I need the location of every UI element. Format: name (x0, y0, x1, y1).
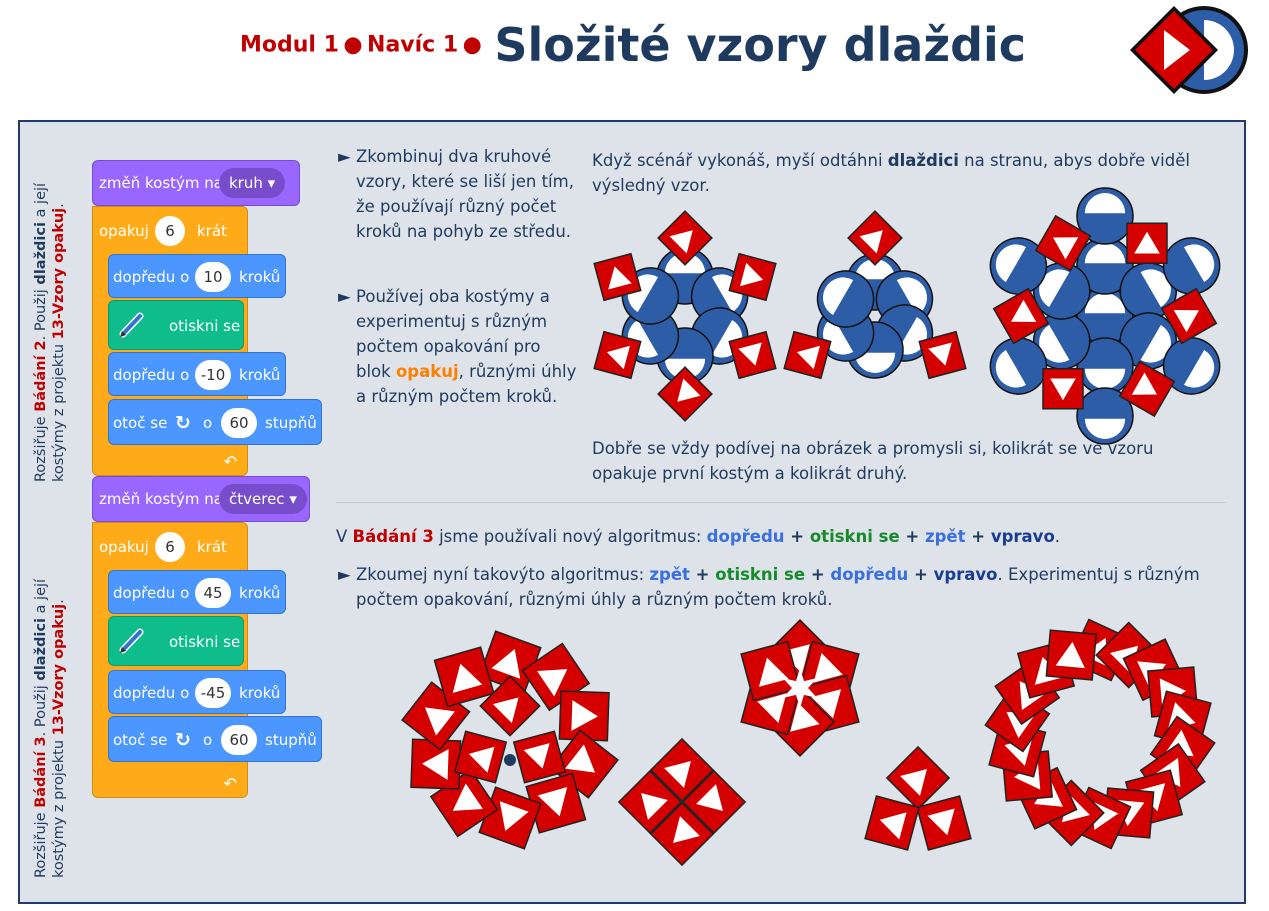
logo-icon (1130, 6, 1248, 94)
pattern-hexagon-circles (593, 210, 777, 422)
block-label: o (203, 731, 213, 749)
turn-right-icon: ↻ (175, 412, 191, 434)
block-label: stupňů (265, 731, 317, 749)
tile-square (512, 730, 567, 784)
turn-block[interactable]: otoč se ↻ o 60 stupňů (108, 716, 322, 762)
side-note-bottom: Rozšiřuje Bádání 3. Použij dlaždici a je… (33, 578, 67, 878)
tile-square (864, 795, 920, 851)
turn-block[interactable]: otoč se ↻ o 60 stupňů (108, 399, 322, 445)
costume-dropdown[interactable]: kruh ▾ (219, 168, 286, 198)
move-block[interactable]: dopředu o 10 kroků (108, 254, 286, 298)
pattern-three-squares (864, 745, 972, 851)
pattern-star-squares (740, 618, 860, 758)
block-label: otiskni se (169, 633, 241, 651)
pen-icon (119, 312, 144, 338)
keyword-repeat: opakuj (395, 362, 459, 381)
loop-arrow-icon: ↶ (223, 774, 237, 793)
repeat-count-input[interactable]: 6 (155, 216, 185, 246)
section-divider (336, 502, 1226, 503)
block-label: změň kostým na (99, 174, 223, 192)
steps-input[interactable]: 45 (195, 578, 231, 608)
bullet-item: ► Zkombinuj dva kruhové vzory, které se … (338, 144, 578, 244)
move-block[interactable]: dopředu o -10 kroků (108, 352, 286, 396)
block-label: krát (197, 538, 227, 556)
switch-costume-block[interactable]: změň kostým na kruh ▾ (92, 160, 300, 206)
tile-square (1126, 222, 1168, 265)
side-note-top: Rozšiřuje Bádání 2. Použij dlaždici a je… (33, 182, 67, 482)
tile-square (885, 745, 951, 811)
move-block[interactable]: dopředu o -45 kroků (108, 670, 286, 714)
note-text: Dobře se vždy podívej na obrázek a promy… (592, 439, 1154, 483)
block-label: změň kostým na (99, 490, 223, 508)
block-label: kroků (239, 684, 281, 702)
stamp-block[interactable]: otiskni se (108, 300, 244, 350)
bullet-marker: ► (338, 565, 351, 584)
steps-input[interactable]: -10 (195, 360, 231, 390)
block-label: kroků (239, 366, 281, 384)
bullet-item: ► Zkoumej nyní takovýto algoritmus: zpět… (338, 562, 1238, 612)
bullet-text: Zkombinuj dva kruhové vzory, které se li… (356, 147, 574, 241)
separator-dot: ● (462, 32, 482, 58)
degrees-input[interactable]: 60 (221, 725, 257, 755)
block-label: dopředu o (113, 268, 190, 286)
pattern-flower-circles (989, 187, 1221, 445)
tile-square (1045, 629, 1097, 681)
content-panel: Rozšiřuje Bádání 2. Použij dlaždici a je… (18, 120, 1246, 904)
pattern-four-squares (617, 737, 747, 867)
page-header: Modul 1 ● Navíc 1 ● Složité vzory dlaždi… (0, 0, 1269, 110)
extra-label: Navíc 1 (367, 32, 459, 58)
block-label: otoč se (113, 414, 168, 432)
pattern-ring-squares (401, 630, 619, 850)
block-label: kroků (239, 584, 281, 602)
header-line: Modul 1 ● Navíc 1 ● Složité vzory dlaždi… (240, 18, 1026, 72)
steps-input[interactable]: -45 (195, 678, 231, 708)
tile-square (847, 210, 903, 266)
block-label: opakuj (99, 222, 149, 240)
block-label: stupňů (265, 414, 317, 432)
block-label: dopředu o (113, 366, 190, 384)
pattern-triangle-circles (783, 210, 967, 380)
block-label: krát (197, 222, 227, 240)
block-label: kroků (239, 268, 281, 286)
algorithm-text: V Bádání 3 jsme používali nový algoritmu… (336, 527, 1061, 546)
tile-square (1042, 367, 1084, 410)
loop-arrow-icon: ↶ (223, 452, 237, 471)
pen-icon (119, 628, 144, 654)
block-label: opakuj (99, 538, 149, 556)
block-label: dopředu o (113, 684, 190, 702)
block-label: otoč se (113, 731, 168, 749)
stamp-block[interactable]: otiskni se (108, 616, 244, 666)
square-patterns-figure (401, 618, 1216, 867)
intro-text: Když scénář vykonáš, myší odtáhni dlaždi… (592, 151, 1190, 195)
costume-dropdown[interactable]: čtverec ▾ (219, 484, 307, 514)
bullet-marker: ► (338, 287, 351, 306)
degrees-input[interactable]: 60 (221, 408, 257, 438)
switch-costume-block[interactable]: změň kostým na čtverec ▾ (92, 476, 310, 522)
separator-dot: ● (343, 32, 363, 58)
module-label: Modul 1 (240, 32, 339, 58)
pattern-dense-ring-squares (984, 618, 1216, 850)
block-label: otiskni se (169, 317, 241, 335)
repeat-count-input[interactable]: 6 (155, 532, 185, 562)
block-label: o (203, 414, 213, 432)
move-block[interactable]: dopředu o 45 kroků (108, 570, 286, 614)
circular-patterns-figure (593, 187, 1221, 445)
bullet-item: ► Používej oba kostýmy a experimentuj s … (338, 284, 578, 409)
page-title: Složité vzory dlaždic (494, 18, 1027, 72)
bullet-marker: ► (338, 147, 351, 166)
block-label: dopředu o (113, 584, 190, 602)
turn-right-icon: ↻ (175, 729, 191, 751)
tile-square (916, 795, 972, 851)
steps-input[interactable]: 10 (195, 262, 231, 292)
